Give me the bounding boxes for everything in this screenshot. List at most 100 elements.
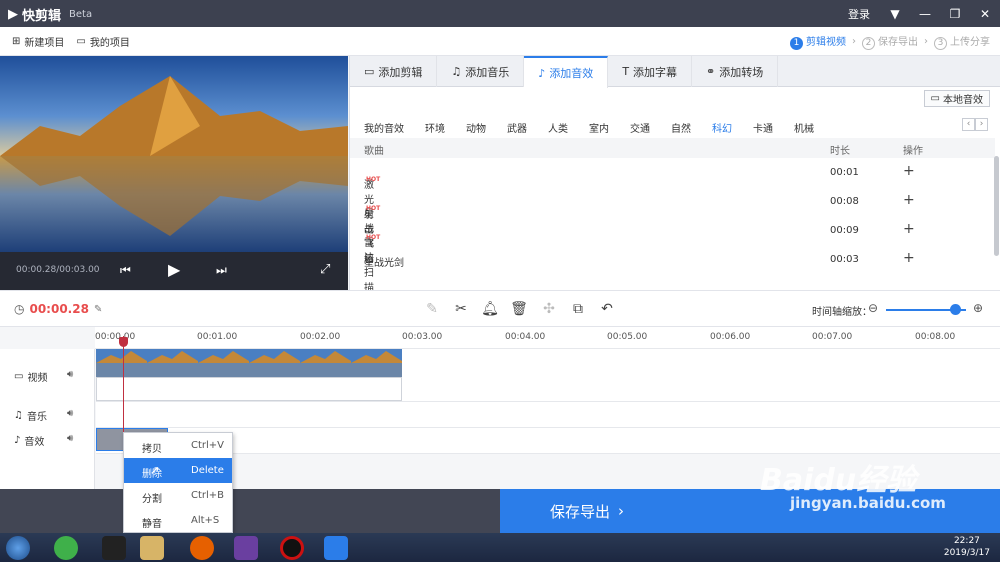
header-action: 操作 [903,146,923,157]
text-icon: T [622,65,630,78]
category-my-effects[interactable]: 我的音效 [364,120,404,135]
close-icon[interactable]: ✕ [970,7,1000,21]
next-frame-icon[interactable]: ⏭ [216,263,227,278]
title-bar: ▶ 快剪辑 Beta 登录 ▼ — ❐ ✕ [0,0,1000,27]
step-2[interactable]: 2 保存导出 [862,33,918,50]
scissors-icon[interactable]: ✂ [452,300,470,318]
table-row[interactable]: 激光射击 HOT 00:01 + [350,158,995,236]
media-app-icon[interactable] [234,536,258,560]
speaker-icon[interactable]: 🔊︎ [67,408,73,419]
menu-item-copy[interactable]: 拷贝 Ctrl+V [124,433,232,458]
previous-frame-icon[interactable]: ⏮ [120,263,131,278]
category-nature[interactable]: 自然 [671,120,691,135]
context-menu: 拷贝 Ctrl+V 删除 Delete 分割 Ctrl+B 静音 Alt+S ➚ [123,432,233,533]
start-button-icon[interactable] [6,536,30,560]
menu-item-delete[interactable]: 删除 Delete [124,458,232,483]
crop-icon[interactable]: ✣ [540,300,558,318]
minimize-icon[interactable]: — [910,7,940,21]
record-icon[interactable] [280,536,304,560]
table-row[interactable]: 星战飞船 HOT 00:08 + [350,187,995,265]
category-machine[interactable]: 机械 [794,120,814,135]
add-icon[interactable]: + [903,192,915,208]
zoom-label: 时间轴缩放： [812,307,872,318]
playback-time: 00:00.28/00:03.00 [16,265,100,275]
login-link[interactable]: 登录 [838,6,880,22]
system-clock[interactable]: 22:27 2019/3/17 [944,535,990,559]
folder-icon: ▭ [930,93,940,104]
file-explorer-icon[interactable] [140,536,164,560]
windows-taskbar: 22:27 2019/3/17 [0,533,1000,562]
music-track[interactable] [96,402,1000,428]
qq-icon[interactable] [102,536,126,560]
category-human[interactable]: 人类 [548,120,568,135]
step-label: 剪辑视频 [806,37,846,48]
dropdown-menu-icon[interactable]: ▼ [880,7,910,21]
table-row[interactable]: 雷达扫描 HOT 00:09 + [350,216,995,294]
zoom-out-icon[interactable]: ⊖ [868,301,878,315]
tab-label: 添加音效 [549,67,594,80]
category-environment[interactable]: 环境 [425,120,445,135]
list-scrollbar[interactable] [994,156,999,256]
copy-icon[interactable]: ⧉ [569,300,587,318]
video-icon: ▭ [364,65,375,78]
delete-icon[interactable]: 🗑︎ [510,300,528,318]
video-clip[interactable] [96,349,402,377]
category-animal[interactable]: 动物 [466,120,486,135]
speaker-icon[interactable]: 🔊︎ [67,433,73,444]
category-indoor[interactable]: 室内 [589,120,609,135]
tab-add-sound-effect[interactable]: ♪ 添加音效 [524,56,609,88]
maximize-icon[interactable]: ❐ [940,7,970,21]
bell-icon[interactable]: 🔔︎ [481,300,499,318]
step-number: 3 [934,36,947,50]
speaker-icon[interactable]: 🔊︎ [67,369,73,380]
menu-item-shortcut: Alt+S [191,515,220,526]
timeline-ruler[interactable]: 00:00.00 00:01.00 00:02.00 00:03.00 00:0… [95,327,1000,349]
sound-effect-icon: ♪ [14,435,21,446]
tab-add-music[interactable]: ♫ 添加音乐 [437,56,525,87]
play-icon[interactable]: ▶ [168,260,180,279]
sound-duration: 00:03 [830,254,859,265]
table-row[interactable]: 星战光剑 00:03 + [350,245,995,274]
new-project-button[interactable]: ⊞ 新建项目 [12,34,64,49]
edit-icon[interactable]: ✎ [423,300,441,318]
menu-item-shortcut: Ctrl+B [191,490,225,501]
step-1[interactable]: 1 剪辑视频 [790,33,846,50]
video-clip-audio[interactable] [96,377,402,401]
playhead-handle[interactable] [119,337,128,347]
hot-badge: HOT [366,205,381,212]
undo-icon[interactable]: ↶ [598,300,616,318]
zoom-in-icon[interactable]: ⊕ [973,301,983,315]
browser-360-icon[interactable] [54,536,78,560]
fullscreen-icon[interactable]: ⤢ [320,262,330,277]
local-sound-button[interactable]: ▭ 本地音效 [923,90,990,107]
add-icon[interactable]: + [903,163,915,179]
step-3[interactable]: 3 上传分享 [934,33,990,50]
step-number: 2 [862,36,875,50]
category-scifi[interactable]: 科幻 [712,120,732,135]
menu-item-split[interactable]: 分割 Ctrl+B [124,483,232,508]
tab-add-subtitle[interactable]: T 添加字幕 [608,56,693,87]
effect-track-label: ♪ 音效 [14,433,44,448]
tab-add-clip[interactable]: ▭ 添加剪辑 [350,56,438,87]
menu-item-mute[interactable]: 静音 Alt+S [124,508,232,533]
tab-add-transition[interactable]: ⚭ 添加转场 [692,56,779,87]
category-traffic[interactable]: 交通 [630,120,650,135]
app-badge: Beta [69,9,93,20]
edit-toolbar: ◷ 00:00.28 ✎ ✎ ✂ 🔔︎ 🗑︎ ✣ ⧉ ↶ 时间轴缩放： ⊖ ⊕ [0,290,1000,327]
add-icon[interactable]: + [903,250,915,266]
my-projects-button[interactable]: ▭ 我的项目 [76,34,129,49]
sound-duration: 00:08 [830,196,859,207]
firefox-icon[interactable] [190,536,214,560]
category-weapon[interactable]: 武器 [507,120,527,135]
edit-pencil-icon[interactable]: ✎ [94,304,102,315]
add-icon[interactable]: + [903,221,915,237]
category-pager: ‹ › [962,118,988,131]
zoom-slider-handle[interactable] [950,304,961,315]
current-time-value: 00:00.28 [29,302,89,316]
sound-table-header: 歌曲 时长 操作 [350,138,995,158]
kuaijianji-taskbar-icon[interactable] [324,536,348,560]
category-cartoon[interactable]: 卡通 [753,120,773,135]
chevron-right-icon[interactable]: › [975,118,988,131]
hot-badge: HOT [366,234,381,241]
chevron-left-icon[interactable]: ‹ [962,118,975,131]
